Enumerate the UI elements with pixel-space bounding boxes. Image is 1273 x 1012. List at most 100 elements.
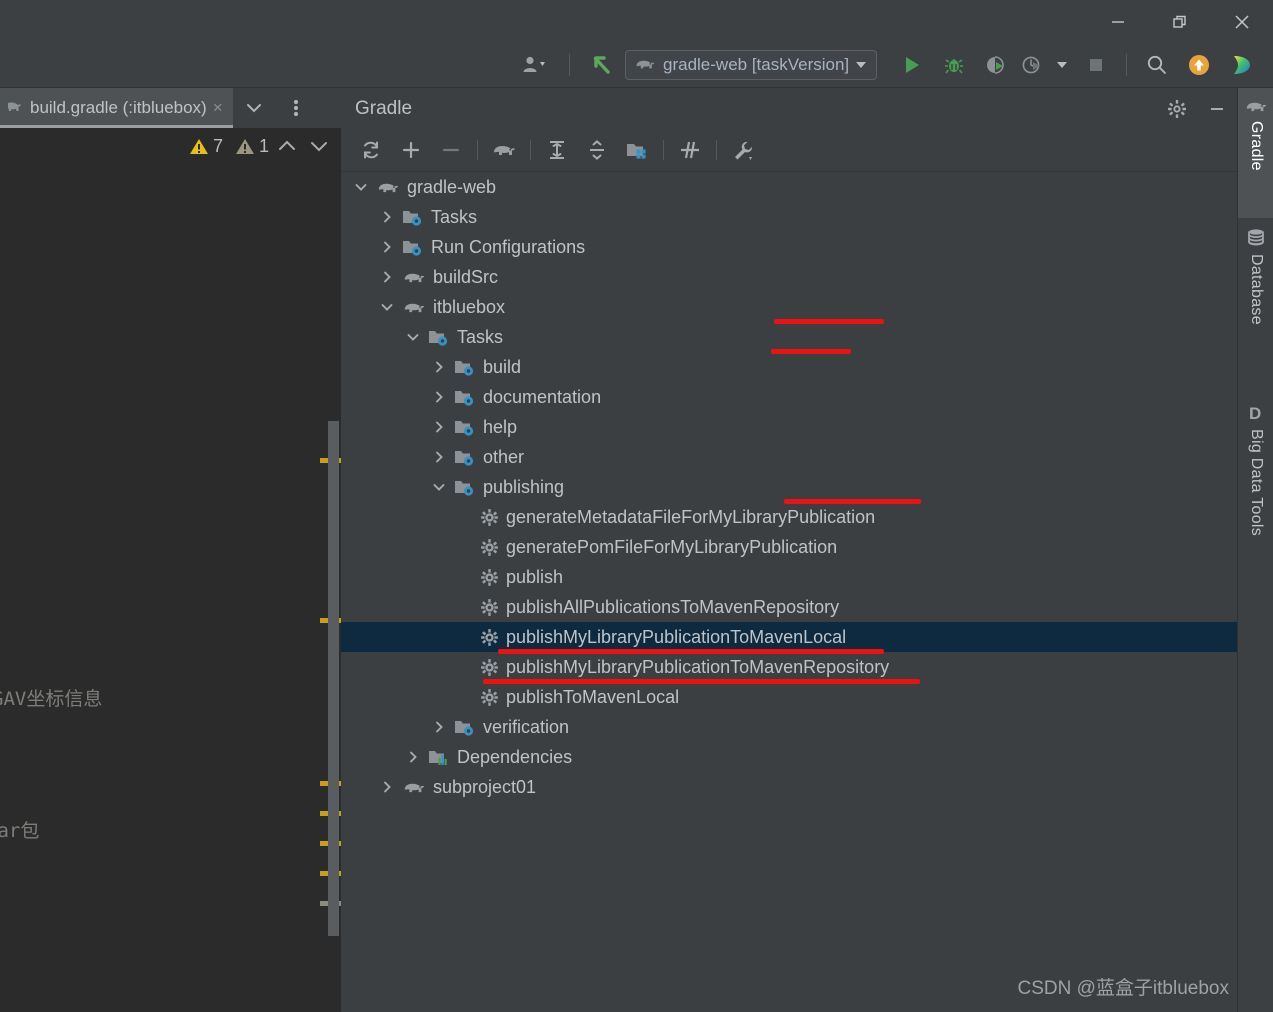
chevron-right-icon[interactable] [431, 720, 447, 734]
tree-node[interactable]: subproject01 [341, 772, 1237, 802]
user-avatar-button[interactable] [512, 54, 560, 76]
run-icon [906, 57, 920, 73]
collapse-all-button[interactable] [577, 132, 617, 168]
gradle-build-tool-settings-button[interactable] [723, 132, 763, 168]
tree-node[interactable]: publishAllPublicationsToMavenRepository [341, 592, 1237, 622]
search-everywhere-button[interactable] [1136, 53, 1178, 77]
editor-tab-build-gradle[interactable]: build.gradle (:itbluebox) × [0, 88, 233, 128]
minimize-button[interactable] [1087, 0, 1149, 43]
tab-close-button[interactable]: × [213, 98, 223, 118]
chevron-down-icon[interactable] [353, 180, 369, 194]
tree-node[interactable]: buildSrc [341, 262, 1237, 292]
profile-button[interactable] [1017, 54, 1049, 76]
gradle-settings-button[interactable] [1157, 99, 1197, 119]
gradle-elephant-icon [402, 779, 426, 796]
next-problem-button[interactable] [305, 138, 333, 154]
tree-node[interactable]: gradle-web [341, 172, 1237, 202]
tree-node[interactable]: itbluebox [341, 292, 1237, 324]
chevron-right-icon[interactable] [379, 270, 395, 284]
tab-options-menu-button[interactable] [275, 88, 317, 128]
tree-node[interactable]: generateMetadataFileForMyLibraryPublicat… [341, 502, 1237, 532]
reload-all-gradle-projects-button[interactable] [351, 132, 391, 168]
chevron-down-icon[interactable] [431, 480, 447, 494]
restore-icon [1173, 15, 1186, 28]
close-button[interactable] [1211, 0, 1273, 43]
group-tasks-button[interactable] [617, 132, 657, 168]
chevron-right-icon[interactable] [379, 210, 395, 224]
gradle-elephant-icon [404, 303, 425, 312]
weak-warning-status[interactable]: 1 [235, 136, 269, 157]
tree-node[interactable]: publish [341, 562, 1237, 592]
debug-button[interactable] [933, 54, 975, 76]
chevron-right-icon[interactable] [379, 780, 395, 794]
run-with-coverage-button[interactable] [975, 54, 1017, 76]
tree-node[interactable]: publishing [341, 472, 1237, 504]
gear-task-icon [480, 658, 499, 677]
gradle-tool-window: Gradle gradle-web Tasks Run Configuratio… [341, 88, 1237, 1012]
chevron-right-icon[interactable] [431, 390, 447, 404]
gear-task-icon [481, 538, 498, 556]
chevron-right-icon [436, 421, 443, 433]
tree-node[interactable]: Dependencies [341, 742, 1237, 772]
run-button[interactable] [891, 54, 933, 76]
execute-gradle-task-button[interactable] [484, 132, 524, 168]
chevron-right-icon[interactable] [431, 420, 447, 434]
tree-node[interactable]: publishMyLibraryPublicationToMavenReposi… [341, 652, 1237, 684]
tool-window-button-database[interactable]: Database [1238, 218, 1273, 393]
chevron-right-icon[interactable] [431, 450, 447, 464]
tree-node[interactable]: verification [341, 712, 1237, 742]
tree-node[interactable]: Tasks [341, 202, 1237, 232]
tree-node-label: subproject01 [433, 776, 537, 797]
tree-node[interactable]: help [341, 412, 1237, 442]
chevron-right-icon[interactable] [405, 750, 421, 764]
tree-node-label: other [483, 446, 525, 467]
chevron-down-icon[interactable] [379, 300, 395, 314]
gradle-elephant-icon [402, 269, 426, 286]
chevron-right-icon[interactable] [431, 360, 447, 374]
previous-problem-button[interactable] [273, 138, 301, 154]
editor-scrollbar-thumb[interactable] [328, 421, 339, 936]
update-project-button[interactable] [1178, 53, 1220, 77]
run-configuration-selector[interactable]: gradle-web [taskVersion] [625, 50, 878, 80]
tree-node-label: publishing [483, 476, 565, 497]
tree-node[interactable]: generatePomFileForMyLibraryPublication [341, 532, 1237, 562]
detach-project-button[interactable] [431, 132, 471, 168]
gear-task-icon [481, 598, 498, 616]
restore-button[interactable] [1149, 0, 1211, 43]
dependencies-icon [428, 748, 450, 767]
gear-task-icon [480, 688, 499, 707]
hide-tool-window-button[interactable] [1197, 99, 1237, 119]
back-button[interactable] [579, 52, 625, 78]
tool-window-label: Database [1248, 254, 1265, 325]
tree-node[interactable]: Run Configurations [341, 232, 1237, 262]
chevron-right-icon[interactable] [379, 240, 395, 254]
warning-status[interactable]: 7 [189, 136, 223, 157]
chevron-right-icon [436, 451, 443, 463]
tree-node[interactable]: publishToMavenLocal [341, 682, 1237, 712]
tree-node[interactable]: build [341, 352, 1237, 382]
task-folder-icon [455, 720, 474, 736]
tool-window-button-big-data-tools[interactable]: D Big Data Tools [1238, 393, 1273, 608]
editor-code-area[interactable]: GAV坐标信息war包， url必填 [0, 164, 341, 1012]
chevron-down-icon[interactable] [405, 330, 421, 344]
big-data-d-icon: D [1249, 404, 1261, 423]
tree-node-selected[interactable]: publishMyLibraryPublicationToMavenLocal [341, 622, 1237, 654]
minimize-icon [1112, 20, 1124, 23]
profile-dropdown[interactable] [1049, 62, 1075, 68]
gradle-task-tree[interactable]: gradle-web Tasks Run Configurations buildSr… [341, 172, 1237, 1012]
task-folder-icon [455, 360, 474, 376]
tree-node[interactable]: other [341, 442, 1237, 472]
expand-all-button[interactable] [537, 132, 577, 168]
ide-feature-button[interactable] [1220, 52, 1262, 78]
stop-button[interactable] [1075, 55, 1117, 75]
inspection-status-row: 7 1 [0, 128, 341, 164]
warning-count: 7 [212, 135, 223, 156]
toggle-offline-mode-button[interactable] [670, 132, 710, 168]
tree-node[interactable]: documentation [341, 382, 1237, 412]
tool-window-button-gradle[interactable]: Gradle [1238, 88, 1273, 218]
tab-list-dropdown-button[interactable] [233, 88, 275, 128]
chevron-right-icon [436, 721, 443, 733]
tree-node[interactable]: Tasks [341, 322, 1237, 354]
task-folder-icon [402, 238, 424, 257]
link-gradle-project-button[interactable] [391, 132, 431, 168]
